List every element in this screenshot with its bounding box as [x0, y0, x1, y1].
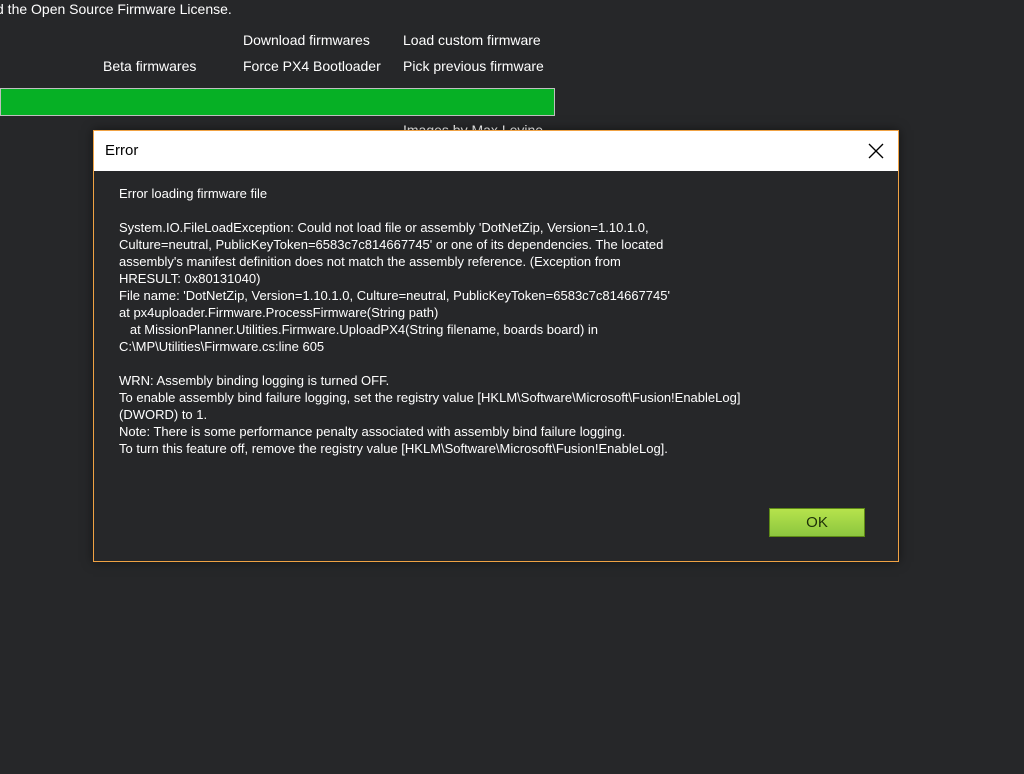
progress-fill: [1, 89, 554, 115]
dialog-title-bar[interactable]: Error: [94, 131, 898, 171]
download-firmwares-link[interactable]: Download firmwares: [243, 32, 370, 48]
license-text: d the Open Source Firmware License.: [0, 1, 232, 17]
pick-previous-firmware-link[interactable]: Pick previous firmware: [403, 58, 544, 74]
error-dialog: Error Error loading firmware file System…: [93, 130, 899, 562]
force-px4-bootloader-link[interactable]: Force PX4 Bootloader: [243, 58, 381, 74]
ok-button[interactable]: OK: [769, 508, 865, 537]
beta-firmwares-link[interactable]: Beta firmwares: [103, 58, 196, 74]
close-button[interactable]: [854, 131, 898, 171]
dialog-title: Error: [105, 142, 139, 159]
close-icon: [868, 143, 884, 159]
load-custom-firmware-link[interactable]: Load custom firmware: [403, 32, 541, 48]
progress-bar: [0, 88, 555, 116]
error-message: Error loading firmware file System.IO.Fi…: [119, 186, 741, 456]
